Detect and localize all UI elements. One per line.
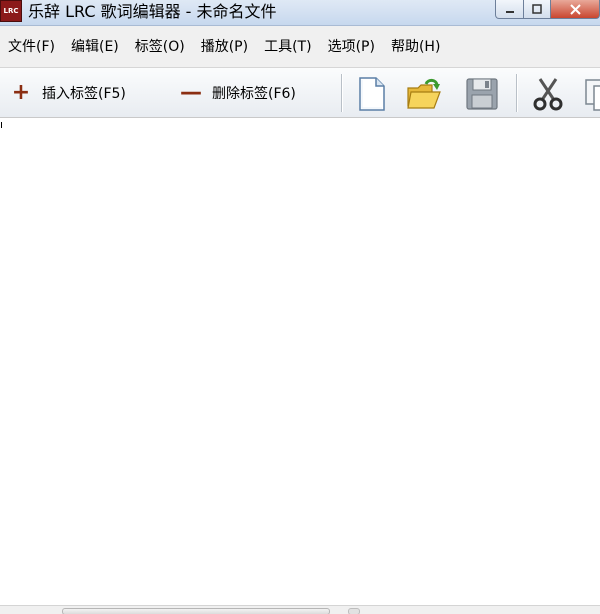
- new-file-button[interactable]: [354, 76, 390, 112]
- insert-tag-button[interactable]: + 插入标签(F5): [10, 76, 126, 110]
- open-folder-icon: [407, 78, 441, 109]
- save-icon: [466, 78, 498, 110]
- title-bar[interactable]: LRC 乐辞 LRC 歌词编辑器 - 未命名文件: [0, 0, 600, 26]
- copy-icon: [585, 79, 600, 111]
- open-file-button[interactable]: [406, 76, 442, 112]
- insert-tag-label: 插入标签(F5): [42, 86, 126, 102]
- cut-button[interactable]: [530, 76, 566, 112]
- scrollbar-thumb[interactable]: [62, 608, 330, 614]
- delete-tag-button[interactable]: — 删除标签(F6): [180, 76, 296, 110]
- scrollbar-button[interactable]: [348, 608, 360, 614]
- new-file-icon: [359, 77, 385, 111]
- maximize-icon: [532, 4, 542, 14]
- cut-icon: [533, 78, 563, 111]
- close-icon: [569, 3, 581, 15]
- close-button[interactable]: [551, 0, 600, 19]
- minimize-button[interactable]: [495, 0, 524, 19]
- toolbar: + 插入标签(F5) — 删除标签(F6): [0, 68, 600, 118]
- menu-file[interactable]: 文件(F): [0, 26, 63, 68]
- toolbar-separator: [341, 74, 342, 112]
- plus-icon: +: [11, 80, 31, 105]
- horizontal-scrollbar[interactable]: [0, 605, 600, 614]
- app-icon[interactable]: LRC: [0, 0, 22, 22]
- lyrics-editor[interactable]: [0, 119, 600, 605]
- menu-tags[interactable]: 标签(O): [127, 26, 193, 68]
- minimize-icon: [505, 11, 514, 13]
- menu-play[interactable]: 播放(P): [193, 26, 256, 68]
- maximize-button[interactable]: [524, 0, 551, 19]
- menu-edit[interactable]: 编辑(E): [63, 26, 127, 68]
- minus-icon: —: [180, 80, 202, 105]
- toolbar-separator: [516, 74, 517, 112]
- menu-help[interactable]: 帮助(H): [383, 26, 448, 68]
- text-caret: [1, 122, 2, 128]
- menu-bar: 文件(F) 编辑(E) 标签(O) 播放(P) 工具(T) 选项(P) 帮助(H…: [0, 26, 600, 68]
- menu-options[interactable]: 选项(P): [320, 26, 383, 68]
- save-button[interactable]: [464, 76, 500, 112]
- delete-tag-label: 删除标签(F6): [212, 86, 296, 102]
- menu-tools[interactable]: 工具(T): [256, 26, 319, 68]
- copy-button[interactable]: [584, 76, 600, 112]
- app-icon-text: LRC: [3, 7, 19, 15]
- window-controls: [495, 0, 600, 20]
- window-title: 乐辞 LRC 歌词编辑器 - 未命名文件: [28, 2, 277, 21]
